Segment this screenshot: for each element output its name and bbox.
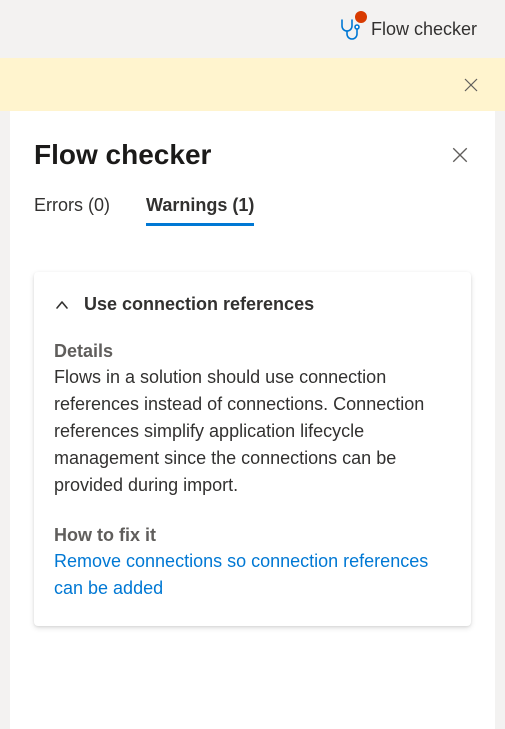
close-icon — [463, 77, 479, 93]
warning-banner — [0, 58, 505, 111]
tabs: Errors (0) Warnings (1) — [34, 195, 471, 224]
tab-errors[interactable]: Errors (0) — [34, 195, 110, 224]
flow-checker-panel: Flow checker Errors (0) Warnings (1) Use… — [10, 111, 495, 729]
card-toggle[interactable]: Use connection references — [54, 294, 451, 315]
warning-card: Use connection references Details Flows … — [34, 272, 471, 626]
top-toolbar: Flow checker — [0, 0, 505, 58]
details-label: Details — [54, 341, 451, 362]
details-body: Flows in a solution should use connectio… — [54, 364, 451, 499]
panel-title: Flow checker — [34, 139, 211, 171]
chevron-up-icon — [54, 297, 70, 313]
notification-dot-icon — [355, 11, 367, 23]
fix-label: How to fix it — [54, 525, 451, 546]
close-icon — [451, 146, 469, 164]
card-title: Use connection references — [84, 294, 314, 315]
flow-checker-toolbar-label: Flow checker — [371, 19, 477, 40]
panel-header: Flow checker — [34, 139, 471, 171]
flow-checker-toolbar-button[interactable]: Flow checker — [337, 17, 477, 41]
stethoscope-icon — [337, 17, 361, 41]
panel-close-button[interactable] — [449, 144, 471, 166]
fix-link[interactable]: Remove connections so connection referen… — [54, 548, 451, 602]
banner-close-button[interactable] — [461, 75, 481, 95]
tab-warnings[interactable]: Warnings (1) — [146, 195, 254, 224]
